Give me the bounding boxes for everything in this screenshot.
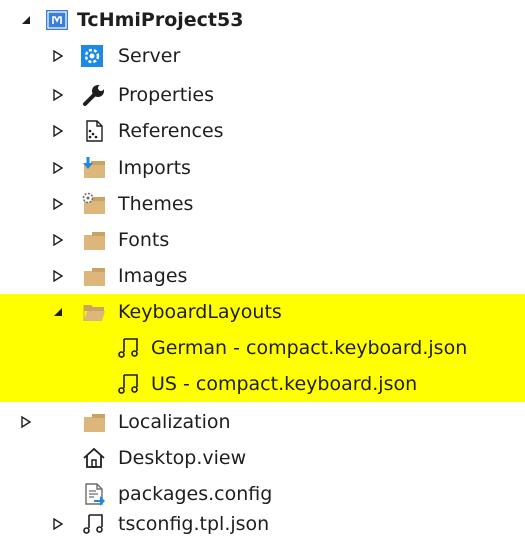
tree-item-localization[interactable]: Localization [0, 404, 525, 440]
json-file-icon [117, 372, 141, 396]
folder-icon [82, 228, 106, 252]
json-file-icon [117, 336, 141, 360]
tree-item-label: German - compact.keyboard.json [151, 337, 468, 359]
imports-folder-icon [82, 156, 106, 180]
expand-arrow-icon[interactable] [50, 258, 66, 294]
hmi-project-icon [45, 8, 69, 32]
tree-item-keyboardlayouts[interactable]: KeyboardLayouts [0, 294, 525, 330]
config-file-icon [82, 482, 106, 506]
expand-arrow-icon[interactable] [18, 404, 34, 440]
references-icon [82, 119, 106, 143]
expand-arrow-icon[interactable] [50, 150, 66, 186]
json-file-icon [82, 512, 106, 536]
expand-arrow-icon[interactable] [50, 38, 66, 74]
tree-item-label: tsconfig.tpl.json [118, 513, 270, 535]
tree-item-label: Imports [118, 157, 191, 179]
expand-arrow-icon[interactable] [50, 186, 66, 222]
expand-arrow-icon[interactable] [50, 77, 66, 113]
tree-item-images[interactable]: Images [0, 258, 525, 294]
server-settings-icon [80, 44, 104, 68]
solution-explorer-tree: TcHmiProject53 Server Properties Referen… [0, 0, 525, 542]
tree-item-label: KeyboardLayouts [118, 301, 282, 323]
tree-item-desktop-view[interactable]: Desktop.view [0, 440, 525, 476]
home-icon [82, 446, 106, 470]
tree-item-label: Themes [118, 193, 194, 215]
expand-arrow-icon[interactable] [50, 113, 66, 149]
themes-folder-icon [82, 192, 106, 216]
wrench-icon [82, 83, 106, 107]
tree-item-references[interactable]: References [0, 113, 525, 149]
tree-item-label: Images [118, 265, 188, 287]
tree-item-imports[interactable]: Imports [0, 150, 525, 186]
folder-icon [82, 410, 106, 434]
tree-item-label: Server [118, 45, 181, 67]
tree-item-label: Properties [118, 84, 215, 106]
tree-item-properties[interactable]: Properties [0, 77, 525, 113]
tree-item-label: Desktop.view [118, 447, 247, 469]
collapse-arrow-icon[interactable] [18, 2, 34, 38]
tree-item-themes[interactable]: Themes [0, 186, 525, 222]
tree-item-tsconfig[interactable]: tsconfig.tpl.json [0, 506, 525, 542]
tree-item-us-keyboard-json[interactable]: US - compact.keyboard.json [0, 366, 525, 402]
tree-item-german-keyboard-json[interactable]: German - compact.keyboard.json [0, 330, 525, 366]
expand-arrow-icon[interactable] [50, 222, 66, 258]
tree-item-label: Fonts [118, 229, 170, 251]
folder-icon [82, 264, 106, 288]
collapse-arrow-icon[interactable] [50, 294, 66, 330]
tree-item-fonts[interactable]: Fonts [0, 222, 525, 258]
tree-item-label: Localization [118, 411, 231, 433]
folder-open-icon [82, 300, 106, 324]
tree-item-label: US - compact.keyboard.json [151, 373, 418, 395]
expand-arrow-icon[interactable] [50, 506, 66, 542]
project-title: TcHmiProject53 [77, 9, 244, 31]
tree-item-server[interactable]: Server [0, 38, 525, 74]
tree-item-project[interactable]: TcHmiProject53 [0, 2, 525, 38]
tree-item-label: References [118, 120, 224, 142]
